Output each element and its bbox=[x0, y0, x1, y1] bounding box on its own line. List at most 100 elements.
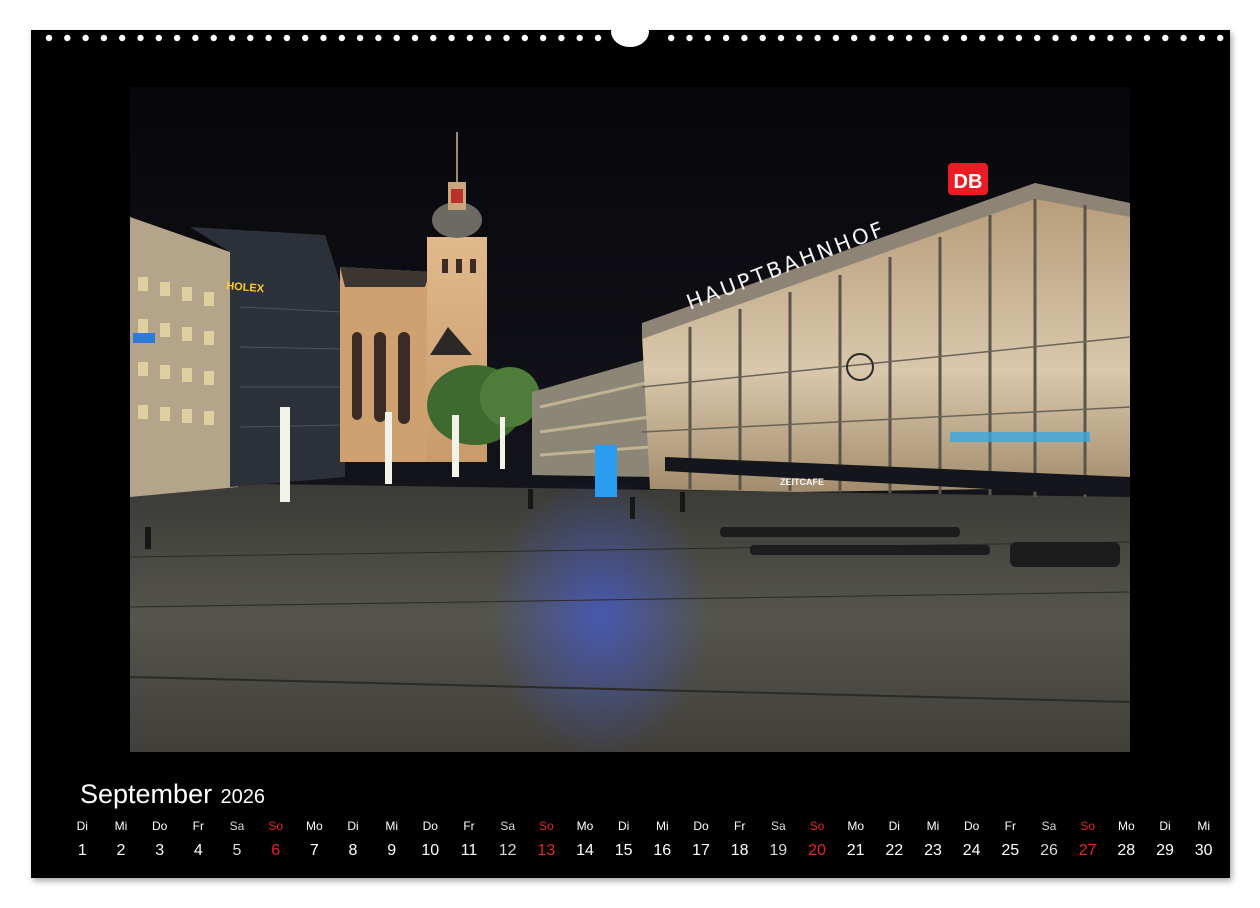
day-number: 26 bbox=[1040, 842, 1058, 859]
binding-hole bbox=[228, 34, 236, 42]
binding-hole bbox=[375, 34, 382, 42]
binding-hole bbox=[466, 34, 474, 42]
day-cell: Mo 14 bbox=[565, 819, 605, 861]
binding-hole bbox=[210, 34, 217, 42]
day-number: 21 bbox=[846, 842, 865, 859]
weekday-label: Sa bbox=[229, 819, 245, 833]
weekday-label: Di bbox=[76, 819, 88, 833]
binding-hole bbox=[320, 34, 327, 42]
day-cell: Di 29 bbox=[1145, 819, 1185, 861]
binding-hole bbox=[796, 34, 803, 42]
weekday-label: Fr bbox=[734, 819, 746, 833]
weekday-label: Do bbox=[693, 819, 709, 833]
binding-hole bbox=[393, 34, 400, 42]
day-number: 14 bbox=[576, 842, 594, 859]
day-cell: Di 22 bbox=[874, 819, 914, 861]
binding-hole bbox=[302, 34, 309, 42]
weekday-label: Mi bbox=[114, 819, 128, 833]
binding-hole bbox=[247, 34, 254, 42]
binding-hole bbox=[119, 34, 126, 42]
weekday-label: Sa bbox=[1041, 819, 1057, 833]
binding-hole bbox=[1034, 34, 1041, 42]
binding-hole bbox=[1162, 34, 1169, 42]
day-number: 1 bbox=[77, 842, 87, 859]
day-number: 17 bbox=[692, 842, 710, 859]
weekday-label: Do bbox=[964, 819, 980, 833]
day-number: 9 bbox=[387, 842, 397, 859]
binding-hole bbox=[539, 34, 547, 42]
binding-hole bbox=[45, 34, 53, 42]
month-year: 2026 bbox=[220, 786, 266, 808]
binding-hole bbox=[192, 34, 199, 42]
binding-hole bbox=[1070, 34, 1078, 42]
binding-hole bbox=[1217, 34, 1224, 42]
day-number: 29 bbox=[1156, 842, 1174, 859]
binding-hole bbox=[485, 34, 492, 42]
binding-hole bbox=[82, 34, 89, 42]
weekday-label: So bbox=[538, 819, 554, 833]
binding-hole bbox=[979, 34, 986, 42]
day-number: 8 bbox=[348, 842, 358, 859]
day-cell: Do 17 bbox=[681, 819, 721, 861]
binding-hole bbox=[411, 34, 419, 42]
day-number: 27 bbox=[1078, 842, 1097, 859]
weekday-label: Di bbox=[347, 819, 359, 833]
binding-hole bbox=[1107, 34, 1114, 42]
weekday-label: Mi bbox=[926, 819, 940, 833]
binding-hole bbox=[137, 34, 144, 42]
day-number: 20 bbox=[808, 842, 826, 859]
binding-hole bbox=[100, 34, 108, 42]
day-number: 15 bbox=[614, 842, 633, 859]
day-number: 7 bbox=[309, 842, 319, 859]
day-cell: Di 15 bbox=[604, 819, 644, 861]
binding-hole bbox=[356, 34, 364, 42]
binding-hole bbox=[1052, 34, 1059, 42]
day-number: 30 bbox=[1194, 842, 1213, 859]
day-number: 13 bbox=[537, 842, 556, 859]
binding-hole bbox=[777, 34, 785, 42]
weekday-label: Mi bbox=[385, 819, 399, 833]
weekday-label: Fr bbox=[192, 819, 204, 833]
month-title: September 2026 bbox=[80, 779, 265, 810]
db-logo: DB bbox=[954, 171, 983, 193]
binding-hole bbox=[594, 34, 602, 42]
day-number: 5 bbox=[232, 842, 242, 859]
binding-hole bbox=[265, 34, 272, 42]
day-cell: So 6 bbox=[256, 819, 296, 861]
weekday-label: Mo bbox=[305, 819, 323, 833]
weekday-label: Di bbox=[1159, 819, 1171, 833]
binding-hole bbox=[1143, 34, 1151, 42]
day-cell: Sa 19 bbox=[758, 819, 798, 861]
binding-hole bbox=[832, 34, 840, 42]
day-cell: Mo 7 bbox=[294, 819, 334, 861]
day-cell: So 27 bbox=[1068, 819, 1108, 861]
binding-hole bbox=[521, 34, 528, 42]
day-cell: Do 24 bbox=[952, 819, 992, 861]
weekday-label: Do bbox=[152, 819, 168, 833]
day-cell: Mo 21 bbox=[836, 819, 876, 861]
weekday-label: So bbox=[268, 819, 284, 833]
day-number: 28 bbox=[1117, 842, 1136, 859]
day-cell: Do 3 bbox=[140, 819, 180, 861]
binding-hole bbox=[942, 34, 949, 42]
day-number: 10 bbox=[421, 842, 440, 859]
day-number: 24 bbox=[962, 842, 981, 859]
day-number: 18 bbox=[730, 842, 749, 859]
binding-hole bbox=[64, 34, 71, 42]
binding-hole bbox=[814, 34, 821, 42]
binding-hole bbox=[1125, 34, 1132, 42]
weekday-label: Mo bbox=[576, 819, 594, 833]
binding-hole bbox=[155, 34, 162, 42]
binding-hole bbox=[869, 34, 876, 42]
day-cell: Mi 9 bbox=[372, 819, 412, 861]
day-number: 3 bbox=[155, 842, 165, 859]
weekday-label: Mo bbox=[847, 819, 865, 833]
binding-hole bbox=[1198, 34, 1206, 42]
day-cell: Di 8 bbox=[333, 819, 373, 861]
weekday-label: Do bbox=[422, 819, 438, 833]
day-cell: Sa 12 bbox=[488, 819, 528, 861]
binding-hole bbox=[741, 34, 748, 42]
binding-hole bbox=[1180, 34, 1187, 42]
weekday-label: Di bbox=[618, 819, 630, 833]
weekday-label: Sa bbox=[770, 819, 786, 833]
